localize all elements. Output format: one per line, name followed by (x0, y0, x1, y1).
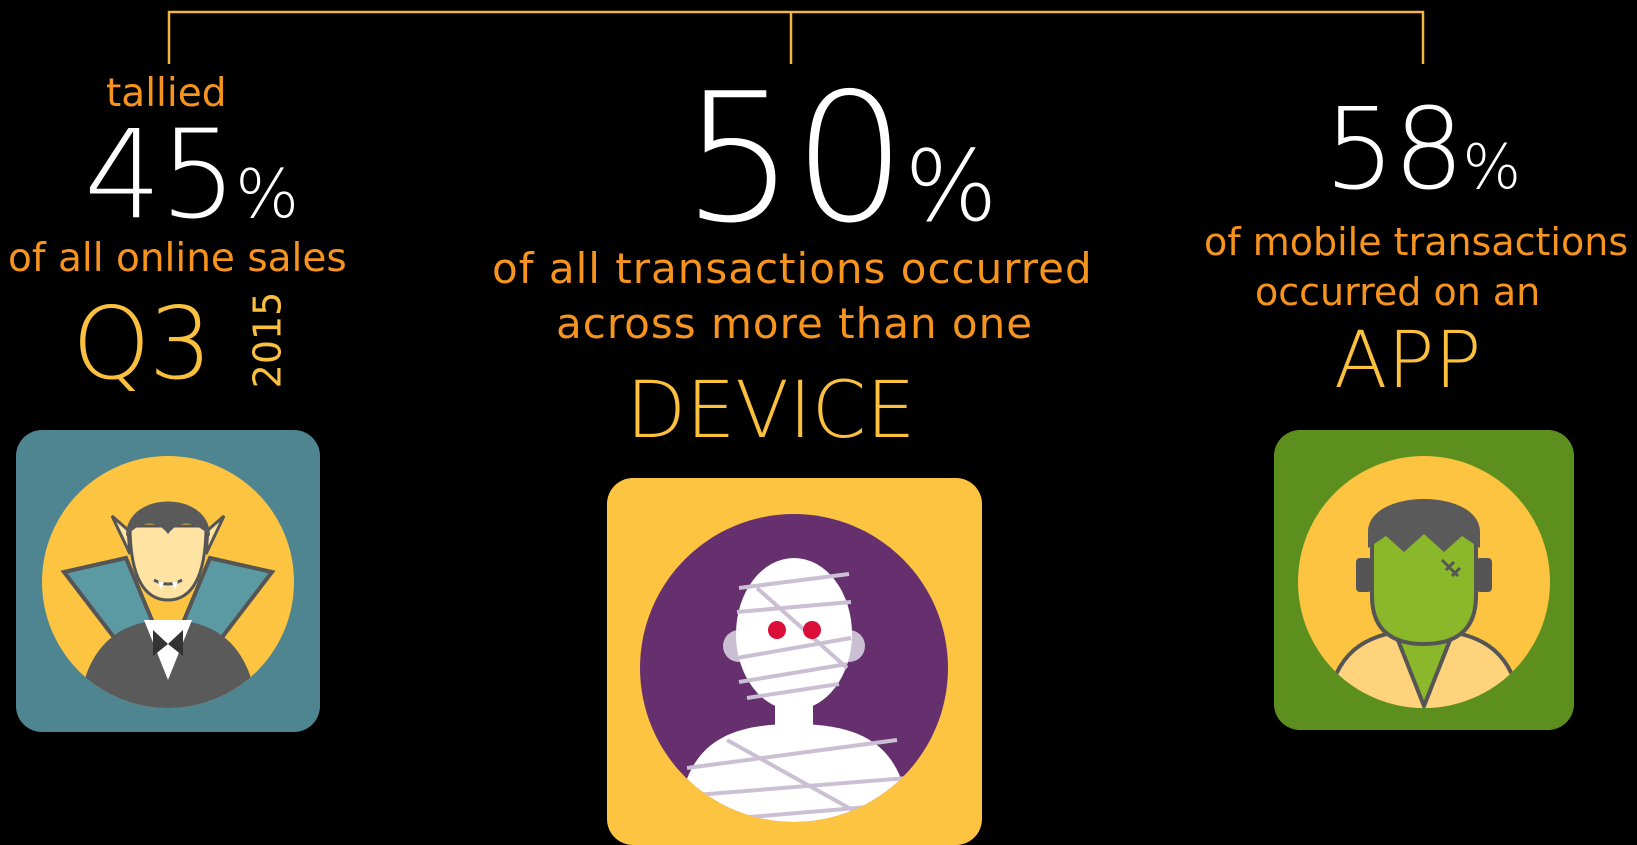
year-label: 2015 (245, 291, 290, 389)
stat-50-percent: 50% (682, 70, 998, 248)
online-sales-description: of all online sales (8, 236, 347, 281)
frankenstein-icon (1298, 456, 1550, 708)
percent-sign: % (235, 155, 299, 233)
device-keyword: DEVICE (626, 366, 916, 456)
vampire-card (16, 430, 320, 732)
percent-sign: % (1462, 131, 1522, 203)
transactions-description-line1: of all transactions occurred (492, 244, 1093, 293)
percent-value: 45 (84, 104, 237, 246)
frankenstein-card (1274, 430, 1574, 730)
app-keyword: APP (1334, 316, 1482, 406)
mobile-description-line2: occurred on an (1255, 270, 1541, 314)
stat-58-percent: 58% (1324, 94, 1522, 206)
percent-value: 58 (1324, 85, 1465, 215)
mummy-card (607, 478, 982, 845)
mummy-icon (640, 514, 948, 822)
vampire-icon (42, 456, 294, 708)
stat-45-percent: 45% (84, 114, 299, 236)
quarter-label: Q3 (72, 285, 212, 402)
percent-sign: % (904, 130, 998, 244)
mobile-description-line1: of mobile transactions (1204, 220, 1629, 264)
percent-value: 50 (682, 55, 906, 262)
transactions-description-line2: across more than one (556, 299, 1034, 348)
